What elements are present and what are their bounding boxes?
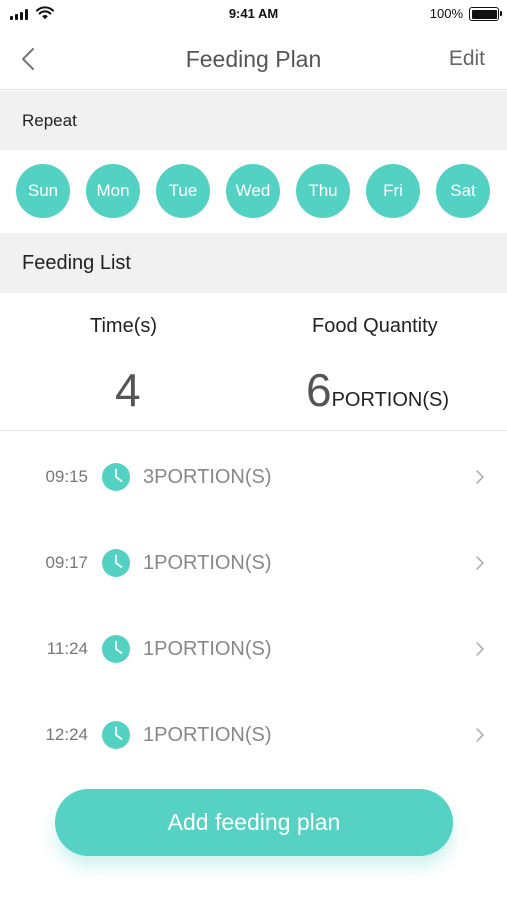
battery-icon	[469, 7, 502, 21]
feeding-time: 11:24	[46, 639, 88, 658]
chevron-right-icon	[476, 556, 484, 570]
feeding-time: 09:17	[45, 553, 88, 572]
chevron-right-icon	[476, 728, 484, 742]
add-feeding-plan-button[interactable]: Add feeding plan	[55, 789, 453, 856]
battery-percent: 100%	[429, 6, 463, 21]
day-sat[interactable]: Sat	[436, 164, 490, 218]
food-quantity-unit: PORTION(S)	[331, 389, 450, 411]
clock-icon	[102, 635, 130, 663]
food-quantity-value: 6PORTION(S)	[306, 367, 449, 415]
day-sun[interactable]: Sun	[16, 164, 70, 218]
feeding-portion: 3PORTION(S)	[143, 466, 272, 488]
clock-icon	[102, 549, 130, 577]
food-quantity-label: Food Quantity	[312, 315, 438, 337]
times-label: Time(s)	[90, 315, 158, 337]
day-selector: Sun Mon Tue Wed Thu Fri Sat	[0, 150, 507, 233]
feeding-time: 09:15	[45, 467, 88, 486]
clock-icon	[102, 463, 130, 491]
repeat-section-header: Repeat	[0, 91, 507, 150]
feeding-list-header-label: Feeding List	[22, 252, 131, 274]
repeat-header-label: Repeat	[22, 111, 77, 130]
page-title: Feeding Plan	[185, 46, 322, 72]
food-quantity-number: 6	[306, 364, 332, 416]
feeding-row[interactable]: 11:24 1PORTION(S)	[0, 604, 507, 690]
clock-icon	[102, 721, 130, 749]
nav-bar: Feeding Plan Edit	[0, 28, 507, 90]
chevron-right-icon	[476, 642, 484, 656]
feeding-row[interactable]: 12:24 1PORTION(S)	[0, 690, 507, 776]
feeding-row[interactable]: 09:17 1PORTION(S)	[0, 518, 507, 604]
day-wed[interactable]: Wed	[226, 164, 280, 218]
day-thu[interactable]: Thu	[296, 164, 350, 218]
feeding-list-header: Feeding List	[0, 233, 507, 293]
day-mon[interactable]: Mon	[86, 164, 140, 218]
day-tue[interactable]: Tue	[156, 164, 210, 218]
feeding-row[interactable]: 09:15 3PORTION(S)	[0, 432, 507, 518]
day-fri[interactable]: Fri	[366, 164, 420, 218]
feeding-portion: 1PORTION(S)	[143, 552, 272, 574]
edit-button[interactable]: Edit	[449, 47, 485, 71]
feeding-portion: 1PORTION(S)	[143, 724, 272, 746]
feeding-portion: 1PORTION(S)	[143, 638, 272, 660]
times-value: 4	[115, 364, 141, 416]
status-bar: 9:41 AM 100%	[0, 0, 507, 28]
feeding-summary: Time(s) Food Quantity 4 6PORTION(S)	[0, 293, 507, 431]
chevron-right-icon	[476, 470, 484, 484]
feeding-time: 12:24	[45, 725, 88, 744]
